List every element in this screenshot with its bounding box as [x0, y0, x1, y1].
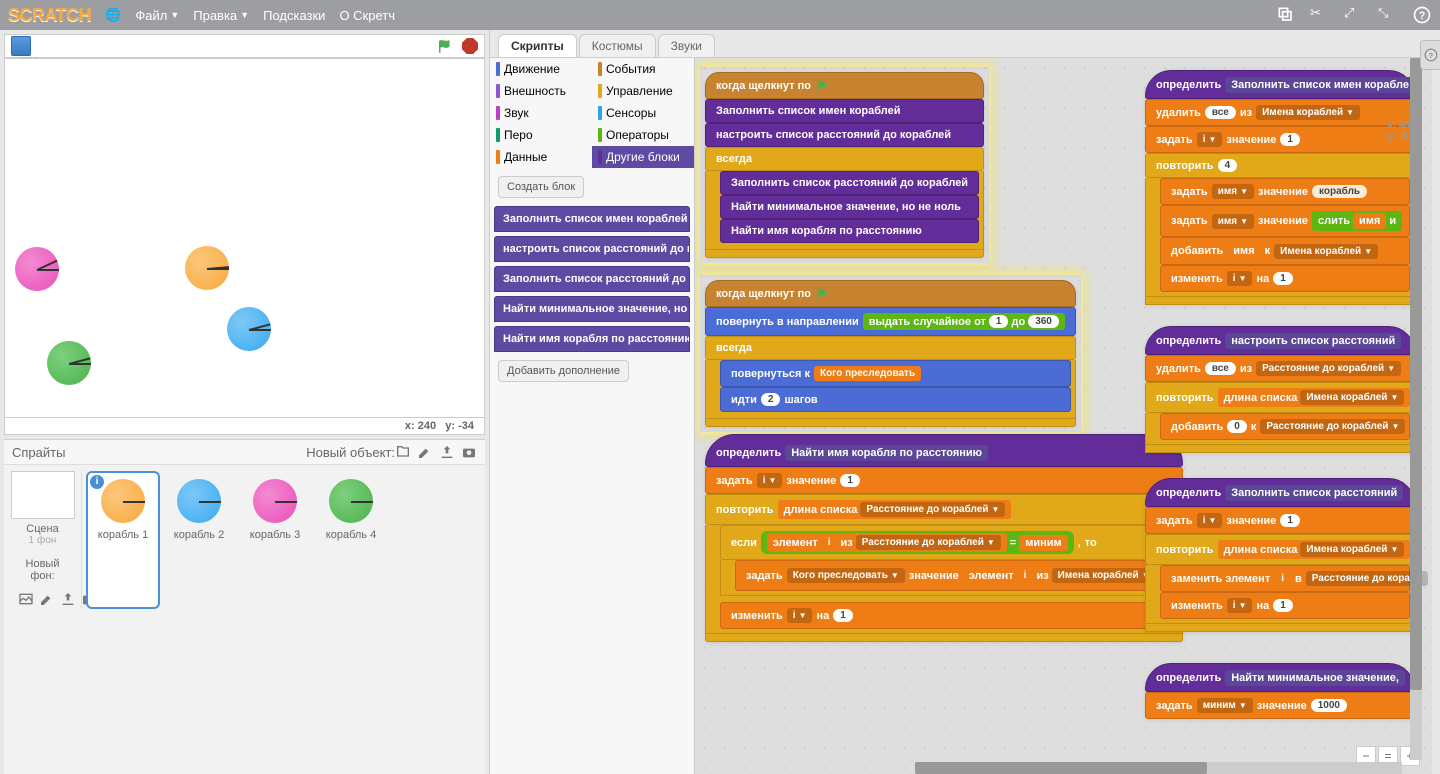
scripts-area[interactable]: когда щелкнут по Заполнить список имен к… — [695, 58, 1432, 774]
category-Сенсоры[interactable]: Сенсоры — [592, 102, 694, 124]
menu-file[interactable]: Файл▼ — [135, 8, 179, 23]
block-palette: ДвижениеСобытияВнешностьУправлениеЗвукСе… — [490, 58, 695, 774]
tab-scripts[interactable]: Скрипты — [498, 34, 577, 57]
category-Управление[interactable]: Управление — [592, 80, 694, 102]
sprite-thumbnail[interactable]: корабль 3 — [238, 471, 312, 609]
help-icon[interactable]: ? — [1412, 5, 1432, 25]
category-grid: ДвижениеСобытияВнешностьУправлениеЗвукСе… — [490, 58, 694, 168]
menu-about[interactable]: О Скретч — [339, 8, 395, 23]
scratch-logo: SCRATCH — [8, 5, 91, 26]
new-backdrop-label: Новый фон: — [18, 558, 67, 582]
script-stack[interactable]: когда щелкнут по повернуть в направлении… — [705, 280, 1076, 427]
fullscreen-icon[interactable] — [11, 36, 31, 56]
green-flag-icon[interactable] — [436, 37, 454, 55]
palette-block[interactable]: настроить список расстояний до ко — [494, 236, 690, 262]
palette-block[interactable]: Найти минимальное значение, но н — [494, 296, 690, 322]
script-stack[interactable]: определить Найти минимальное значение, з… — [1145, 663, 1415, 719]
svg-text:?: ? — [1428, 51, 1433, 60]
backdrop-library-icon[interactable] — [18, 591, 34, 607]
new-object-label: Новый объект: — [306, 445, 395, 460]
editor-tabs: Скрипты Костюмы Звуки — [490, 30, 1440, 57]
sprite-on-stage[interactable] — [227, 307, 271, 351]
script-stack[interactable]: определить настроить список расстояний у… — [1145, 326, 1415, 453]
paint-icon[interactable] — [417, 444, 433, 460]
category-События[interactable]: События — [592, 58, 694, 80]
sprite-on-stage[interactable] — [185, 246, 229, 290]
stage-thumbnail[interactable]: Сцена 1 фон Новый фон: — [10, 471, 82, 609]
sprite-info-icon[interactable]: i — [90, 475, 104, 489]
add-extension-button[interactable]: Добавить дополнение — [498, 360, 629, 382]
sprite-panel: Спрайты Новый объект: Сцена 1 фон Новый … — [4, 439, 485, 774]
sprite-thumbnail[interactable]: корабль 2 — [162, 471, 236, 609]
category-Внешность[interactable]: Внешность — [490, 80, 592, 102]
tab-costumes[interactable]: Костюмы — [579, 34, 656, 57]
category-Данные[interactable]: Данные — [490, 146, 592, 168]
make-block-button[interactable]: Создать блок — [498, 176, 584, 198]
script-stack[interactable]: когда щелкнут по Заполнить список имен к… — [705, 72, 984, 258]
menu-edit[interactable]: Правка▼ — [193, 8, 249, 23]
palette-block[interactable]: Найти имя корабля по расстоянию — [494, 326, 690, 352]
category-Звук[interactable]: Звук — [490, 102, 592, 124]
sprite-on-stage[interactable] — [47, 341, 91, 385]
library-icon[interactable] — [395, 444, 411, 460]
backdrop-paint-icon[interactable] — [39, 591, 55, 607]
stage-coordinates: x: 240 y: -34 — [4, 418, 485, 435]
stop-icon[interactable] — [462, 38, 478, 54]
category-Перо[interactable]: Перо — [490, 124, 592, 146]
scissors-icon[interactable]: ✂ — [1310, 5, 1330, 25]
sprites-title: Спрайты — [12, 445, 306, 460]
tab-sounds[interactable]: Звуки — [658, 34, 715, 57]
help-panel-toggle[interactable]: ? — [1420, 40, 1440, 70]
scripts-coords: x: 48 y: -5 — [1387, 120, 1410, 142]
sprite-thumbnail[interactable]: корабль 4 — [314, 471, 388, 609]
menubar: SCRATCH 🌐 Файл▼ Правка▼ Подсказки О Скре… — [0, 0, 1440, 30]
camera-icon[interactable] — [461, 444, 477, 460]
shrink-icon[interactable]: ⤡ — [1378, 5, 1398, 25]
script-stack[interactable]: определить Заполнить список имен корабле… — [1145, 70, 1415, 305]
sprite-on-stage[interactable] — [15, 247, 59, 291]
menu-tips[interactable]: Подсказки — [263, 8, 325, 23]
category-Движение[interactable]: Движение — [490, 58, 592, 80]
script-stack[interactable]: определить Найти имя корабля по расстоян… — [705, 434, 1183, 642]
backdrop-upload-icon[interactable] — [60, 591, 76, 607]
stage-header — [4, 34, 485, 58]
svg-text:?: ? — [1419, 10, 1426, 22]
category-Операторы[interactable]: Операторы — [592, 124, 694, 146]
palette-block[interactable]: Заполнить список имен кораблей — [494, 206, 690, 232]
globe-icon[interactable]: 🌐 — [105, 7, 121, 23]
duplicate-icon[interactable] — [1276, 5, 1296, 25]
grow-icon[interactable]: ⤢ — [1344, 5, 1364, 25]
script-stack[interactable]: определить Заполнить список расстояний з… — [1145, 478, 1415, 632]
sprite-thumbnail[interactable]: iкорабль 1 — [86, 471, 160, 609]
stage[interactable] — [4, 58, 485, 418]
upload-icon[interactable] — [439, 444, 455, 460]
vertical-scrollbar[interactable] — [1410, 58, 1422, 760]
horizontal-scrollbar[interactable] — [915, 762, 1402, 774]
category-Другие блоки[interactable]: Другие блоки — [592, 146, 694, 168]
palette-block[interactable]: Заполнить список расстояний до ко — [494, 266, 690, 292]
